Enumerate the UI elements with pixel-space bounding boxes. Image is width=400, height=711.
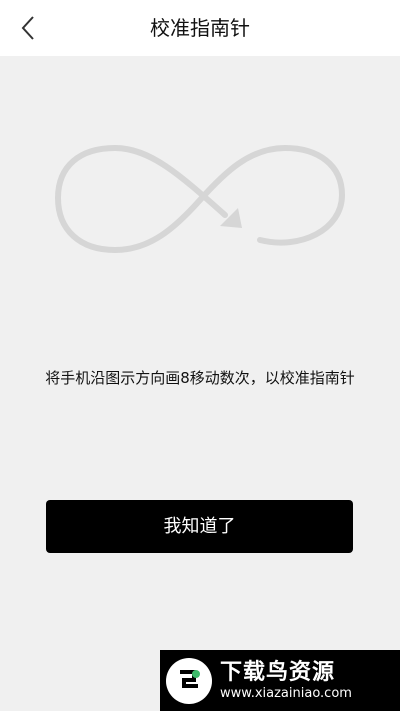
page-title: 校准指南针 — [150, 16, 250, 40]
got-it-button[interactable]: 我知道了 — [46, 500, 353, 553]
watermark-text: 下载鸟资源 www.xiazainiao.com — [220, 660, 352, 702]
compass-calibration-screen: 校准指南针 将手机沿图示方向画8移动数次，以校准指南针 我知道了 下载鸟资源 w… — [0, 0, 400, 711]
figure-eight-arrow-icon — [54, 144, 346, 254]
watermark-title: 下载鸟资源 — [220, 659, 336, 685]
watermark-url: www.xiazainiao.com — [220, 685, 352, 701]
bird-logo-icon — [166, 657, 212, 704]
top-bar: 校准指南针 — [0, 0, 400, 56]
instruction-text: 将手机沿图示方向画8移动数次，以校准指南针 — [45, 369, 355, 387]
watermark-badge: 下载鸟资源 www.xiazainiao.com — [160, 650, 400, 711]
